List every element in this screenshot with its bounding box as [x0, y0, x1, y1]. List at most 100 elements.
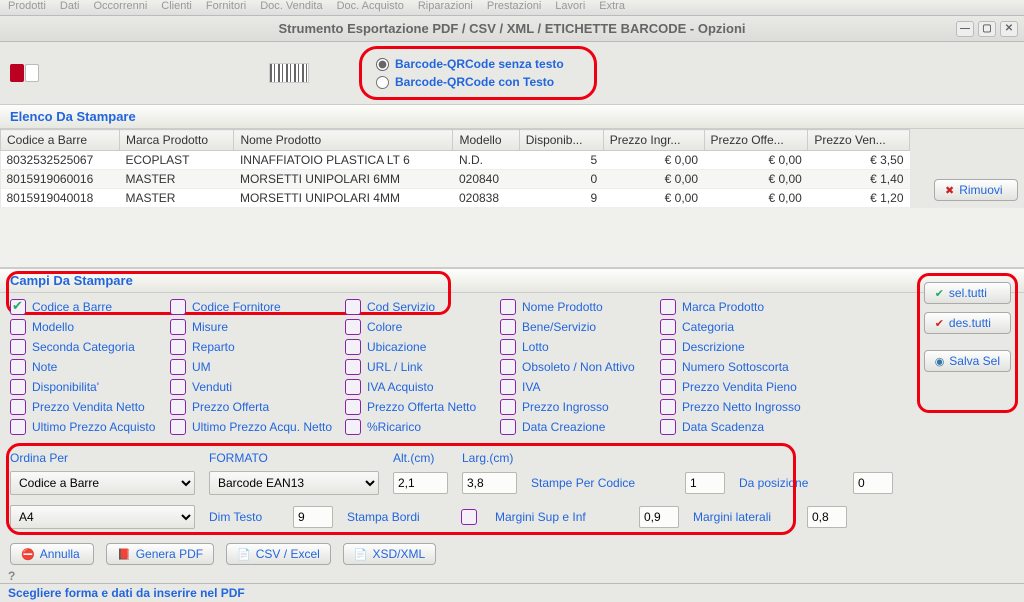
- menu-item[interactable]: Dati: [60, 0, 80, 15]
- field-checkbox[interactable]: IVA: [500, 379, 660, 395]
- field-checkbox[interactable]: Misure: [170, 319, 345, 335]
- xsd-xml-button[interactable]: 📄XSD/XML: [343, 543, 436, 565]
- csv-icon: 📄: [237, 548, 251, 561]
- field-checkbox[interactable]: IVA Acquisto: [345, 379, 500, 395]
- pdf-icon[interactable]: [10, 64, 39, 82]
- table-row[interactable]: 8015919060016MASTERMORSETTI UNIPOLARI 6M…: [1, 170, 910, 189]
- alt-label: Alt.(cm): [393, 451, 448, 465]
- table-row[interactable]: 8032532525067ECOPLASTINNAFFIATOIO PLASTI…: [1, 151, 910, 170]
- field-checkbox[interactable]: Numero Sottoscorta: [660, 359, 840, 375]
- alt-input[interactable]: [393, 472, 448, 494]
- field-checkbox[interactable]: URL / Link: [345, 359, 500, 375]
- menu-item[interactable]: Clienti: [161, 0, 192, 15]
- margini-lat-input[interactable]: [807, 506, 847, 528]
- column-header[interactable]: Nome Prodotto: [234, 130, 453, 151]
- fields-grid: Codice a BarreCodice FornitoreCod Serviz…: [10, 295, 1014, 439]
- menu-item[interactable]: Occorrenni: [93, 0, 147, 15]
- field-checkbox[interactable]: Marca Prodotto: [660, 299, 840, 315]
- field-checkbox[interactable]: Ultimo Prezzo Acquisto: [10, 419, 170, 435]
- field-checkbox[interactable]: Obsoleto / Non Attivo: [500, 359, 660, 375]
- menu-item[interactable]: Lavori: [555, 0, 585, 15]
- menu-item[interactable]: Riparazioni: [418, 0, 473, 15]
- radio-no-text-input[interactable]: [376, 58, 389, 71]
- formato-select[interactable]: Barcode EAN13: [209, 471, 379, 495]
- field-checkbox[interactable]: Data Scadenza: [660, 419, 840, 435]
- statusbar: Scegliere forma e dati da inserire nel P…: [0, 583, 1024, 602]
- field-checkbox[interactable]: Bene/Servizio: [500, 319, 660, 335]
- xml-icon: 📄: [354, 548, 368, 561]
- field-checkbox[interactable]: Reparto: [170, 339, 345, 355]
- menu-item[interactable]: Prodotti: [8, 0, 46, 15]
- field-checkbox[interactable]: Ultimo Prezzo Acqu. Netto: [170, 419, 345, 435]
- column-header[interactable]: Marca Prodotto: [119, 130, 233, 151]
- genera-pdf-button[interactable]: 📕Genera PDF: [106, 543, 214, 565]
- annulla-button[interactable]: ⛔Annulla: [10, 543, 94, 565]
- field-checkbox[interactable]: Lotto: [500, 339, 660, 355]
- column-header[interactable]: Prezzo Offe...: [704, 130, 808, 151]
- fields-header: Campi Da Stampare: [0, 268, 1024, 293]
- barcode-icon: [269, 63, 309, 83]
- field-checkbox[interactable]: Descrizione: [660, 339, 840, 355]
- field-checkbox[interactable]: Ubicazione: [345, 339, 500, 355]
- field-checkbox[interactable]: Cod Servizio: [345, 299, 500, 315]
- menu-item[interactable]: Doc. Acquisto: [337, 0, 404, 15]
- field-checkbox[interactable]: Prezzo Offerta Netto: [345, 399, 500, 415]
- dapos-input[interactable]: [853, 472, 893, 494]
- check-icon: ✔: [935, 287, 944, 300]
- stampe-label: Stampe Per Codice: [531, 476, 671, 490]
- radio-no-text[interactable]: Barcode-QRCode senza testo: [376, 55, 564, 73]
- column-header[interactable]: Prezzo Ingr...: [603, 130, 704, 151]
- rimuovi-button[interactable]: ✖ Rimuovi: [934, 179, 1018, 201]
- ordina-select[interactable]: Codice a Barre: [10, 471, 195, 495]
- larg-label: Larg.(cm): [462, 451, 517, 465]
- radio-with-text[interactable]: Barcode-QRCode con Testo: [376, 73, 564, 91]
- column-header[interactable]: Prezzo Ven...: [808, 130, 910, 151]
- csv-excel-button[interactable]: 📄CSV / Excel: [226, 543, 331, 565]
- menu-item[interactable]: Extra: [599, 0, 625, 15]
- field-checkbox[interactable]: Prezzo Vendita Pieno: [660, 379, 840, 395]
- field-checkbox[interactable]: Data Creazione: [500, 419, 660, 435]
- radio-with-text-input[interactable]: [376, 76, 389, 89]
- stampe-input[interactable]: [685, 472, 725, 494]
- table-row[interactable]: 8015919040018MASTERMORSETTI UNIPOLARI 4M…: [1, 189, 910, 208]
- margini-si-input[interactable]: [639, 506, 679, 528]
- formato-label: FORMATO: [209, 451, 379, 465]
- field-checkbox[interactable]: UM: [170, 359, 345, 375]
- field-checkbox[interactable]: Prezzo Netto Ingrosso: [660, 399, 840, 415]
- select-all-button[interactable]: ✔sel.tutti: [924, 282, 1011, 304]
- fields-area: Codice a BarreCodice FornitoreCod Serviz…: [0, 293, 1024, 441]
- column-header[interactable]: Codice a Barre: [1, 130, 120, 151]
- menu-item[interactable]: Fornitori: [206, 0, 246, 15]
- field-checkbox[interactable]: Prezzo Ingrosso: [500, 399, 660, 415]
- window-title: Strumento Esportazione PDF / CSV / XML /…: [278, 21, 745, 36]
- field-checkbox[interactable]: Codice a Barre: [10, 299, 170, 315]
- deselect-all-button[interactable]: ✔des.tutti: [924, 312, 1011, 334]
- field-checkbox[interactable]: Prezzo Vendita Netto: [10, 399, 170, 415]
- field-checkbox[interactable]: Seconda Categoria: [10, 339, 170, 355]
- field-checkbox[interactable]: Categoria: [660, 319, 840, 335]
- dimtesto-input[interactable]: [293, 506, 333, 528]
- menu-item[interactable]: Prestazioni: [487, 0, 541, 15]
- column-header[interactable]: Modello: [453, 130, 519, 151]
- maximize-button[interactable]: ▢: [978, 21, 996, 37]
- menu-item[interactable]: Doc. Vendita: [260, 0, 322, 15]
- bordi-checkbox[interactable]: [461, 509, 481, 525]
- larg-input[interactable]: [462, 472, 517, 494]
- field-checkbox[interactable]: %Ricarico: [345, 419, 500, 435]
- field-checkbox[interactable]: Venduti: [170, 379, 345, 395]
- save-selection-button[interactable]: ◉Salva Sel: [924, 350, 1011, 372]
- field-checkbox[interactable]: Nome Prodotto: [500, 299, 660, 315]
- field-checkbox[interactable]: Colore: [345, 319, 500, 335]
- close-button[interactable]: ✕: [1000, 21, 1018, 37]
- field-checkbox[interactable]: Note: [10, 359, 170, 375]
- field-checkbox[interactable]: Codice Fornitore: [170, 299, 345, 315]
- field-checkbox[interactable]: Disponibilita': [10, 379, 170, 395]
- minimize-button[interactable]: —: [956, 21, 974, 37]
- field-checkbox[interactable]: Modello: [10, 319, 170, 335]
- pagesize-select[interactable]: A4: [10, 505, 195, 529]
- ordina-label: Ordina Per: [10, 451, 195, 465]
- field-checkbox[interactable]: Prezzo Offerta: [170, 399, 345, 415]
- check-icon: ✔: [935, 317, 944, 330]
- table-header-row: Codice a BarreMarca ProdottoNome Prodott…: [1, 130, 910, 151]
- column-header[interactable]: Disponib...: [519, 130, 603, 151]
